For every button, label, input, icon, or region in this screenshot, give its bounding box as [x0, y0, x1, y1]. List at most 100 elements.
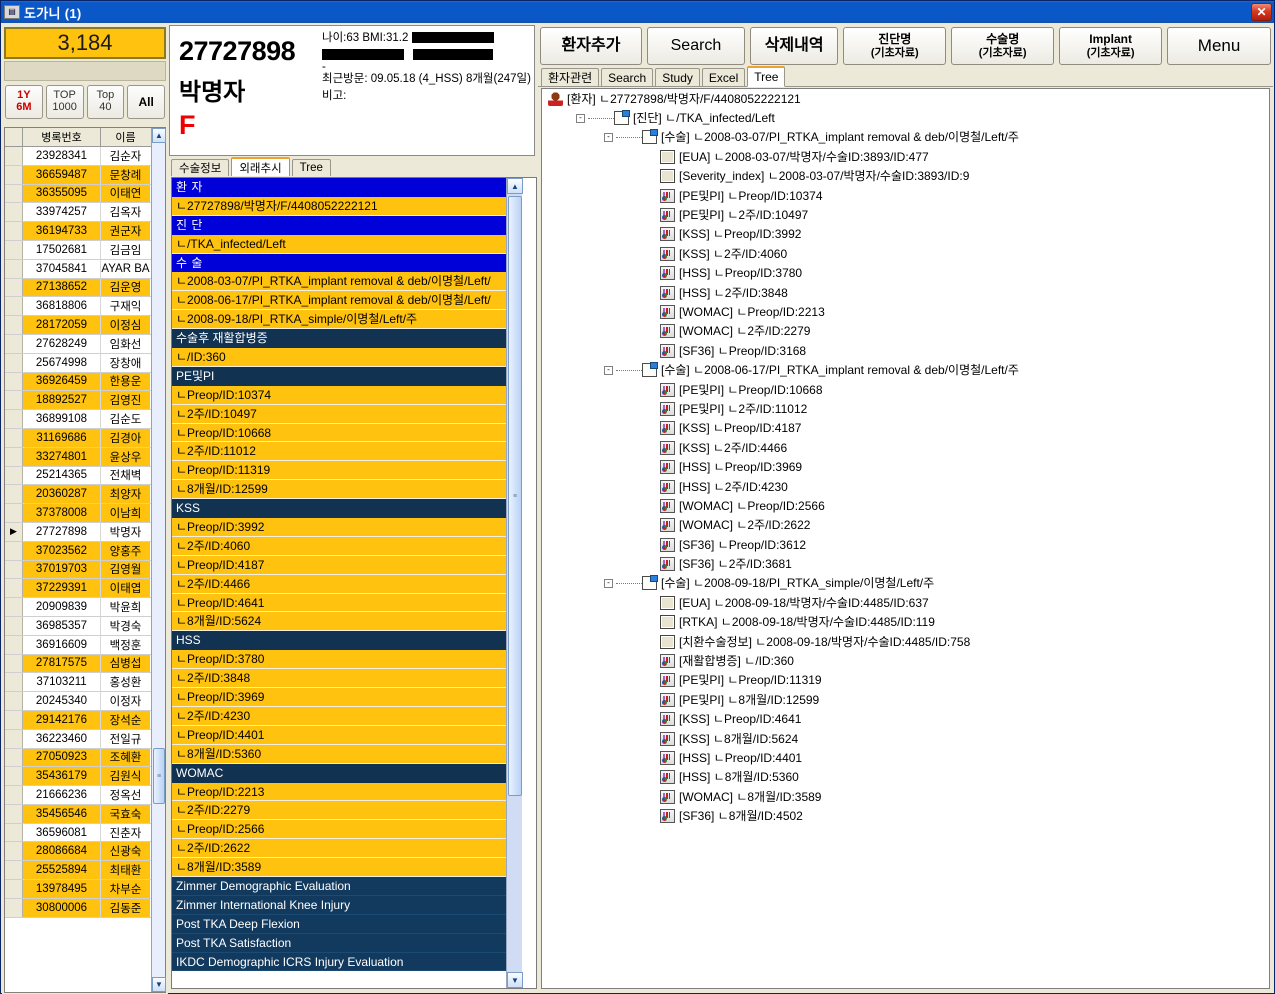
tree-node[interactable]: [SF36] ㄴ8개월/ID:4502 [542, 806, 1269, 825]
row-select-cell[interactable] [5, 391, 23, 409]
implant-button[interactable]: Implant(기초자료) [1059, 27, 1162, 65]
filter-1y6m[interactable]: 1Y6M [5, 85, 43, 119]
table-row[interactable]: 20909839박윤희 [5, 598, 151, 617]
tab-surgery-info[interactable]: 수술정보 [171, 159, 229, 176]
tab-search[interactable]: Search [601, 68, 653, 86]
scroll-up-icon[interactable]: ▲ [507, 178, 523, 194]
list-item[interactable]: ㄴ/ID:360 [172, 348, 506, 367]
table-row[interactable]: 36596081진춘자 [5, 824, 151, 843]
row-select-cell[interactable] [5, 448, 23, 466]
row-select-cell[interactable] [5, 730, 23, 748]
list-item[interactable]: Zimmer International Knee Injury [172, 896, 506, 915]
table-row[interactable]: 17502681김금임 [5, 241, 151, 260]
table-row[interactable]: 37045841AYAR BA [5, 260, 151, 279]
row-select-cell[interactable] [5, 749, 23, 767]
row-select-cell[interactable] [5, 692, 23, 710]
list-item[interactable]: ㄴPreop/ID:10374 [172, 386, 506, 405]
row-select-cell[interactable] [5, 561, 23, 579]
tree-node[interactable]: [KSS] ㄴ2주/ID:4466 [542, 438, 1269, 457]
list-item[interactable]: ㄴ8개월/ID:5360 [172, 745, 506, 764]
row-select-cell[interactable] [5, 185, 23, 203]
tree-node[interactable]: [재활합병증] ㄴ/ID:360 [542, 651, 1269, 670]
tree-node[interactable]: [KSS] ㄴ8개월/ID:5624 [542, 729, 1269, 748]
table-row[interactable]: 37103211홍성환 [5, 673, 151, 692]
table-row[interactable]: 36659487문창례 [5, 166, 151, 185]
tree-node[interactable]: -[수술] ㄴ2008-03-07/PI_RTKA_implant remova… [542, 128, 1269, 147]
row-select-cell[interactable] [5, 166, 23, 184]
table-row[interactable]: 31169686김경아 [5, 429, 151, 448]
tree-node[interactable]: [PE및PI] ㄴPreop/ID:10668 [542, 380, 1269, 399]
table-row[interactable]: 33274801윤상우 [5, 448, 151, 467]
row-select-cell[interactable] [5, 354, 23, 372]
row-select-cell[interactable] [5, 542, 23, 560]
table-row[interactable]: 27138652김운영 [5, 279, 151, 298]
tree-node[interactable]: [WOMAC] ㄴ2주/ID:2622 [542, 516, 1269, 535]
table-row[interactable]: 28172059이정심 [5, 316, 151, 335]
tree-node[interactable]: [HSS] ㄴ2주/ID:3848 [542, 283, 1269, 302]
tree-node[interactable]: [RTKA] ㄴ2008-09-18/박명자/수술ID:4485/ID:119 [542, 613, 1269, 632]
list-item[interactable]: ㄴPreop/ID:3992 [172, 518, 506, 537]
tab-tree[interactable]: Tree [292, 159, 331, 176]
table-row[interactable]: 13978495차부순 [5, 880, 151, 899]
row-select-cell[interactable] [5, 504, 23, 522]
row-select-cell[interactable] [5, 222, 23, 240]
surgery-name-button[interactable]: 수술명(기초자료) [951, 27, 1054, 65]
filter-top40[interactable]: Top40 [87, 85, 125, 119]
collapse-toggle-icon[interactable]: - [576, 114, 585, 123]
row-select-cell[interactable] [5, 711, 23, 729]
table-row[interactable]: 37023562양홍주 [5, 542, 151, 561]
tree-node[interactable]: [SF36] ㄴ2주/ID:3681 [542, 554, 1269, 573]
tree-node[interactable]: [KSS] ㄴ2주/ID:4060 [542, 244, 1269, 263]
table-row[interactable]: 27817575심병섭 [5, 655, 151, 674]
table-row[interactable]: 36818806구재익 [5, 297, 151, 316]
tree-node[interactable]: [PE및PI] ㄴ2주/ID:11012 [542, 399, 1269, 418]
list-item[interactable]: ㄴ8개월/ID:5624 [172, 612, 506, 631]
table-row[interactable]: 25525894최태환 [5, 861, 151, 880]
table-row[interactable]: 36355095이태연 [5, 185, 151, 204]
diagnosis-name-button[interactable]: 진단명(기초자료) [843, 27, 946, 65]
list-item[interactable]: ㄴ2008-09-18/PI_RTKA_simple/이명철/Left/주 [172, 310, 506, 329]
list-item[interactable]: ㄴPreop/ID:3969 [172, 688, 506, 707]
row-current-marker-icon[interactable]: ▶ [5, 523, 23, 541]
table-row[interactable]: 21666236정옥선 [5, 786, 151, 805]
table-row[interactable]: 36899108김순도 [5, 410, 151, 429]
row-select-cell[interactable] [5, 673, 23, 691]
tab-tree[interactable]: Tree [747, 66, 785, 87]
list-item[interactable]: ㄴPreop/ID:2566 [172, 820, 506, 839]
tab-excel[interactable]: Excel [702, 68, 745, 86]
tree-node[interactable]: [PE및PI] ㄴPreop/ID:11319 [542, 671, 1269, 690]
delete-history-button[interactable]: 삭제내역 [750, 27, 838, 65]
tree-node[interactable]: [PE및PI] ㄴ2주/ID:10497 [542, 205, 1269, 224]
list-item[interactable]: ㄴ2주/ID:3848 [172, 669, 506, 688]
table-row[interactable]: 20360287최양자 [5, 485, 151, 504]
tree-node[interactable]: [WOMAC] ㄴPreop/ID:2213 [542, 302, 1269, 321]
column-header-id[interactable]: 병록번호 [23, 128, 101, 146]
list-item[interactable]: IKDC Demographic ICRS Injury Evaluation [172, 953, 506, 972]
tree-node[interactable]: [HSS] ㄴ8개월/ID:5360 [542, 768, 1269, 787]
row-select-cell[interactable] [5, 861, 23, 879]
list-item[interactable]: ㄴ2주/ID:4060 [172, 537, 506, 556]
tree-node[interactable]: [KSS] ㄴPreop/ID:4187 [542, 419, 1269, 438]
table-row[interactable]: 27050923조혜환 [5, 749, 151, 768]
tree-node[interactable]: [WOMAC] ㄴ8개월/ID:3589 [542, 787, 1269, 806]
row-select-cell[interactable] [5, 297, 23, 315]
scroll-down-icon[interactable]: ▼ [507, 972, 523, 988]
table-row[interactable]: ▶27727898박명자 [5, 523, 151, 542]
row-select-cell[interactable] [5, 335, 23, 353]
table-row[interactable]: 25214365전채벽 [5, 467, 151, 486]
table-row[interactable]: 28086684신광숙 [5, 842, 151, 861]
tree-node[interactable]: -[진단] ㄴ/TKA_infected/Left [542, 108, 1269, 127]
row-select-cell[interactable] [5, 241, 23, 259]
tree-node[interactable]: [KSS] ㄴPreop/ID:4641 [542, 710, 1269, 729]
row-select-cell[interactable] [5, 786, 23, 804]
table-row[interactable]: 18892527김영진 [5, 391, 151, 410]
collapse-toggle-icon[interactable]: - [604, 133, 613, 142]
table-row[interactable]: 36926459한용운 [5, 373, 151, 392]
patient-list-scrollbar[interactable]: ▲ ≡ ▼ [151, 128, 165, 992]
row-select-cell[interactable] [5, 655, 23, 673]
menu-button[interactable]: Menu [1167, 27, 1271, 65]
row-select-cell[interactable] [5, 316, 23, 334]
scroll-up-icon[interactable]: ▲ [152, 128, 166, 143]
row-select-cell[interactable] [5, 579, 23, 597]
scroll-thumb[interactable]: ≡ [153, 748, 165, 804]
